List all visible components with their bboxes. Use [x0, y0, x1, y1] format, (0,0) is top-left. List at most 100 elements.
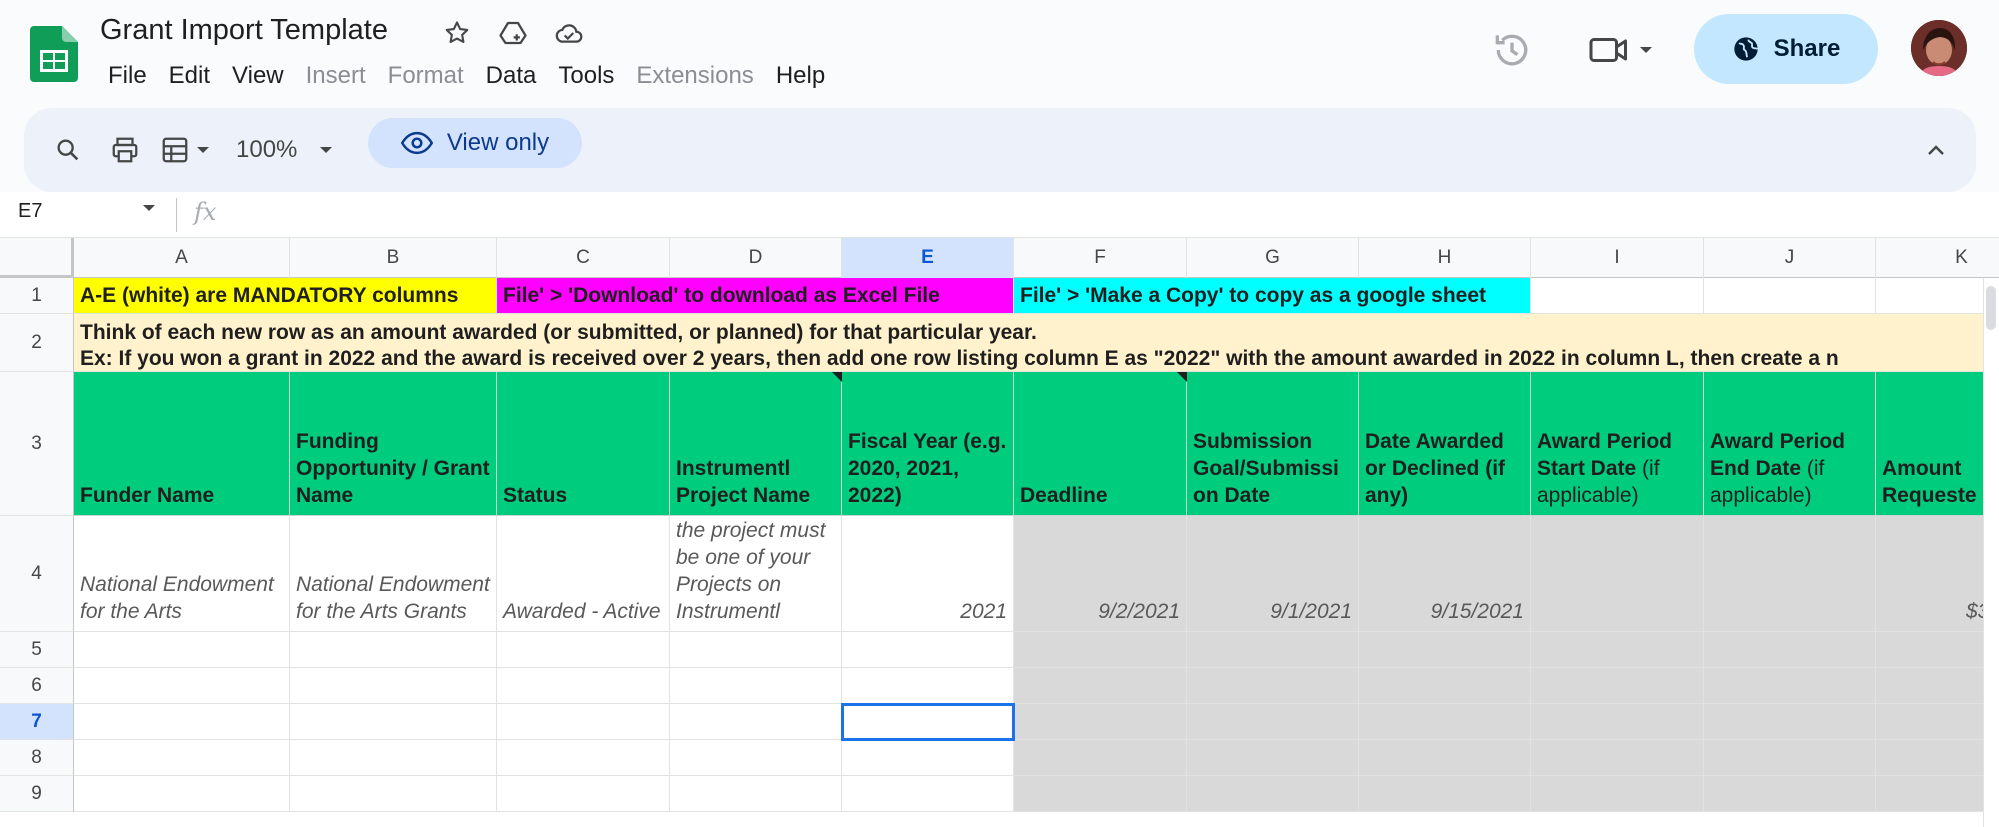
cell-e5[interactable] [842, 632, 1014, 668]
header-submission-date[interactable]: Submission Goal/Submissi on Date [1187, 372, 1359, 516]
header-funding-opportunity[interactable]: Funding Opportunity / Grant Name [290, 372, 497, 516]
cell-a1[interactable]: A-E (white) are MANDATORY columns [74, 278, 497, 314]
name-box[interactable]: E7 [18, 200, 42, 223]
cell-b7[interactable] [290, 704, 497, 740]
cell-h8[interactable] [1359, 740, 1531, 776]
column-header-e[interactable]: E [842, 238, 1014, 278]
cell-a9[interactable] [74, 776, 290, 812]
cell-a2-note[interactable]: Think of each new row as an amount award… [74, 314, 1999, 372]
column-header-b[interactable]: B [290, 238, 497, 278]
cell-f5[interactable] [1014, 632, 1187, 668]
cell-c9[interactable] [497, 776, 670, 812]
cell-h4[interactable]: 9/15/2021 [1359, 516, 1531, 632]
cell-k6[interactable] [1876, 668, 1999, 704]
name-box-caret-down-icon[interactable] [142, 204, 156, 212]
cell-f1[interactable]: File' > 'Make a Copy' to copy as a googl… [1014, 278, 1531, 314]
row-header-6[interactable]: 6 [0, 668, 74, 704]
menu-insert[interactable]: Insert [298, 58, 374, 94]
share-button[interactable]: Share [1694, 14, 1878, 84]
cell-j6[interactable] [1704, 668, 1876, 704]
comment-indicator[interactable] [832, 372, 842, 382]
menu-file[interactable]: File [100, 58, 155, 94]
cell-e6[interactable] [842, 668, 1014, 704]
row-header-9[interactable]: 9 [0, 776, 74, 812]
menu-extensions[interactable]: Extensions [628, 58, 761, 94]
cell-e4[interactable]: 2021 [842, 516, 1014, 632]
cell-j7[interactable] [1704, 704, 1876, 740]
cell-c4[interactable]: Awarded - Active [497, 516, 670, 632]
header-funder-name[interactable]: Funder Name [74, 372, 290, 516]
document-title[interactable]: Grant Import Template [100, 14, 388, 47]
zoom-select[interactable]: 100% [236, 128, 333, 172]
row-header-1[interactable]: 1 [0, 278, 74, 314]
star-icon[interactable] [440, 16, 474, 50]
vertical-scrollbar-thumb[interactable] [1986, 286, 1996, 330]
cell-a7[interactable] [74, 704, 290, 740]
cell-d4[interactable]: the project must be one of your Projects… [670, 516, 842, 632]
menu-data[interactable]: Data [478, 58, 545, 94]
cell-i8[interactable] [1531, 740, 1704, 776]
cell-j5[interactable] [1704, 632, 1876, 668]
cell-a5[interactable] [74, 632, 290, 668]
cell-a4[interactable]: National Endowment for the Arts [74, 516, 290, 632]
cell-h7[interactable] [1359, 704, 1531, 740]
cell-d6[interactable] [670, 668, 842, 704]
header-status[interactable]: Status [497, 372, 670, 516]
cell-k7[interactable] [1876, 704, 1999, 740]
hide-menus-chevron-up-icon[interactable] [1924, 128, 1948, 177]
column-header-i[interactable]: I [1531, 238, 1704, 278]
cell-h9[interactable] [1359, 776, 1531, 812]
column-header-c[interactable]: C [497, 238, 670, 278]
cell-c8[interactable] [497, 740, 670, 776]
cell-i6[interactable] [1531, 668, 1704, 704]
cell-a8[interactable] [74, 740, 290, 776]
cell-g6[interactable] [1187, 668, 1359, 704]
cell-i7[interactable] [1531, 704, 1704, 740]
cell-g8[interactable] [1187, 740, 1359, 776]
cell-b5[interactable] [290, 632, 497, 668]
cell-j9[interactable] [1704, 776, 1876, 812]
cell-f6[interactable] [1014, 668, 1187, 704]
cell-h5[interactable] [1359, 632, 1531, 668]
row-header-2[interactable]: 2 [0, 314, 74, 372]
comment-indicator[interactable] [1177, 372, 1187, 382]
cell-g5[interactable] [1187, 632, 1359, 668]
search-menus-icon[interactable] [54, 128, 82, 172]
header-award-end[interactable]: Award Period End Date (if applicable) [1704, 372, 1876, 516]
cell-c7[interactable] [497, 704, 670, 740]
sheets-logo-icon[interactable] [30, 26, 78, 82]
cell-h6[interactable] [1359, 668, 1531, 704]
column-header-g[interactable]: G [1187, 238, 1359, 278]
cell-j4[interactable] [1704, 516, 1876, 632]
menu-format[interactable]: Format [380, 58, 472, 94]
menu-edit[interactable]: Edit [161, 58, 218, 94]
cell-i5[interactable] [1531, 632, 1704, 668]
cell-c5[interactable] [497, 632, 670, 668]
cell-i1[interactable] [1531, 278, 1704, 314]
vertical-scrollbar[interactable] [1983, 278, 1999, 827]
cell-b8[interactable] [290, 740, 497, 776]
cell-b6[interactable] [290, 668, 497, 704]
menu-tools[interactable]: Tools [550, 58, 622, 94]
select-all-corner[interactable] [0, 238, 74, 278]
row-header-7[interactable]: 7 [0, 704, 74, 740]
user-avatar[interactable] [1911, 20, 1967, 76]
row-header-3[interactable]: 3 [0, 372, 74, 516]
header-amount-requested[interactable]: Amount Requeste [1876, 372, 1999, 516]
column-header-a[interactable]: A [74, 238, 290, 278]
menu-view[interactable]: View [224, 58, 292, 94]
cell-g7[interactable] [1187, 704, 1359, 740]
row-header-5[interactable]: 5 [0, 632, 74, 668]
cell-d7[interactable] [670, 704, 842, 740]
selected-cell-e7[interactable] [841, 703, 1015, 741]
cell-j1[interactable] [1704, 278, 1876, 314]
cell-f4[interactable]: 9/2/2021 [1014, 516, 1187, 632]
cell-f7[interactable] [1014, 704, 1187, 740]
cell-d5[interactable] [670, 632, 842, 668]
meet-button[interactable] [1588, 28, 1668, 72]
select-merge-icon[interactable] [160, 128, 210, 172]
cell-k9[interactable] [1876, 776, 1999, 812]
header-award-start[interactable]: Award Period Start Date (if applicable) [1531, 372, 1704, 516]
cell-k5[interactable] [1876, 632, 1999, 668]
cell-e9[interactable] [842, 776, 1014, 812]
